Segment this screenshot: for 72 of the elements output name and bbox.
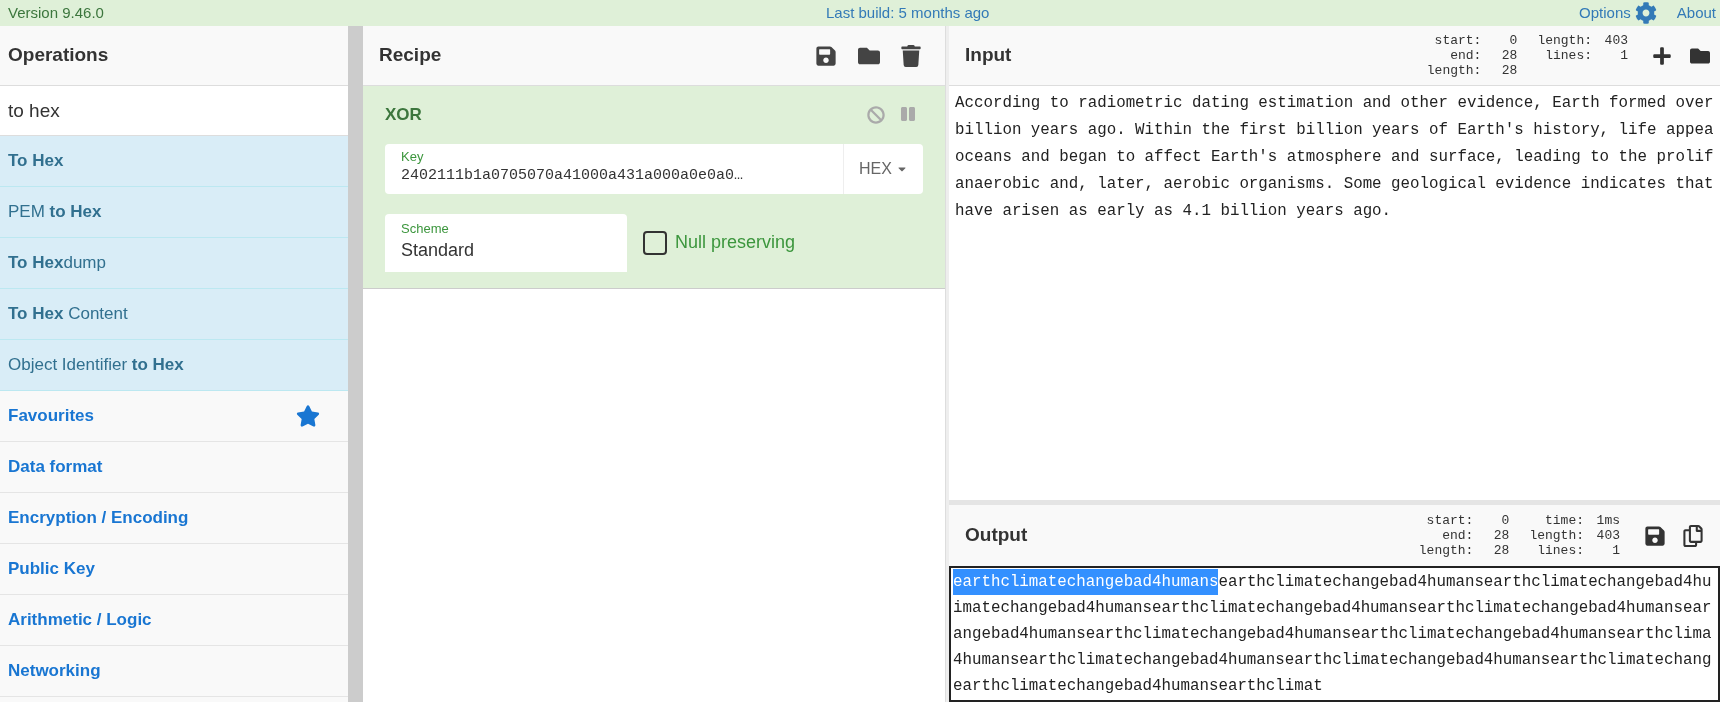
format-dropdown[interactable]: HEX — [843, 143, 923, 194]
stat-label: end: — [1442, 528, 1474, 543]
category-label: Favourites — [8, 405, 94, 428]
about-link[interactable]: About — [1676, 1, 1716, 25]
category-label: Networking — [8, 660, 101, 683]
input-line: According to radiometric dating estimation and other evidence, Earth formed over — [955, 93, 1714, 114]
options-link[interactable]: Options — [1579, 1, 1631, 25]
stat-label: end: — [1450, 48, 1482, 63]
output-line: earthclimatechangebad4humansearthclimat — [953, 676, 1323, 697]
stat-label: lines: — [1545, 48, 1592, 63]
category-label: Arithmetic / Logic — [8, 609, 152, 632]
settings-icon[interactable] — [1634, 2, 1657, 24]
scheme-label: Scheme — [401, 221, 450, 237]
save-icon[interactable] — [1644, 524, 1666, 547]
input-line: have arisen as early as 4.1 billion years ago. — [955, 201, 1392, 222]
stat-value: 0 — [1500, 513, 1510, 528]
recipe-title: Recipe — [379, 43, 442, 68]
category-item[interactable]: Favourites — [0, 391, 348, 442]
save-icon[interactable] — [815, 44, 837, 67]
stat-label: start: — [1434, 33, 1482, 48]
version-text: Version 9.46.0 — [8, 2, 105, 23]
operation-result[interactable]: To Hex — [0, 136, 348, 187]
key-field[interactable]: Key 2402111b1a0705070a41000a431a000a0e0a0… — [385, 143, 843, 194]
stat-label: length: — [1537, 33, 1592, 48]
key-value: 2402111b1a0705070a41000a431a000a0e0a0… — [401, 166, 745, 187]
output-text[interactable] — [949, 566, 1720, 702]
scheme-field[interactable]: Scheme Standard — [385, 213, 627, 272]
last-build-link[interactable]: Last build: 5 months ago — [826, 1, 990, 25]
operation-result[interactable]: PEM to Hex — [0, 187, 348, 238]
checkbox[interactable] — [643, 230, 667, 255]
stat-label: start: — [1426, 513, 1474, 528]
scheme-value: Standard — [401, 239, 476, 262]
category-label: Data format — [8, 456, 103, 479]
output-title: Output — [965, 523, 1028, 548]
star-icon[interactable] — [296, 404, 320, 428]
copy-icon[interactable] — [1682, 524, 1704, 547]
output-line: earthclimatechangebad4humansearthclimatechangebad4hu — [1218, 572, 1712, 593]
operation-result[interactable]: To Hex Content — [0, 289, 348, 340]
input-line: anaerobic and, later, aerobic organisms. Some geological evidence indicates that — [955, 174, 1714, 195]
stat-label: length: — [1426, 63, 1482, 78]
output-line: 4humansearthclimatechangebad4humansearthclimatechangebad4humansearthclimatechang — [953, 650, 1712, 671]
category-label: Encryption / Encoding — [8, 507, 189, 530]
operation-result[interactable]: To Hexdump — [0, 238, 348, 289]
stat-value: 1 — [1611, 543, 1620, 558]
output-line: angebad4humansearthclimatechangebad4humansearthclimatechangebad4humansearthclima — [953, 624, 1712, 645]
stat-value: 403 — [1595, 528, 1620, 543]
input-line: oceans and began to affect Earth's atmosphere and surface, leading to the prolif — [955, 147, 1714, 168]
output-line: imatechangebad4humansearthclimatechangebad4humansearthclimatechangebad4humansear — [953, 598, 1712, 619]
plus-icon[interactable] — [1652, 45, 1672, 66]
null-preserving-label: Null preserving — [675, 231, 796, 254]
stat-value: 0 — [1508, 33, 1518, 48]
input-line: billion years ago. Within the first billion years of Earth's history, life appea — [955, 120, 1714, 141]
stat-value: 1ms — [1595, 513, 1620, 528]
stat-label: lines: — [1537, 543, 1584, 558]
operation-result[interactable]: Object Identifier to Hex — [0, 340, 348, 391]
operation-name: XOR — [385, 104, 422, 126]
stat-value: 403 — [1603, 33, 1628, 48]
trash-icon[interactable] — [901, 44, 921, 67]
stat-label: length: — [1529, 528, 1584, 543]
stat-value: 28 — [1500, 48, 1518, 63]
stat-value: 1 — [1619, 48, 1628, 63]
input-title: Input — [965, 43, 1012, 68]
stat-value: 28 — [1500, 63, 1518, 78]
category-label: Public Key — [8, 558, 95, 581]
key-label: Key — [401, 149, 425, 166]
stat-label: time: — [1545, 513, 1584, 528]
selected-text: earthclimatechangebad4humans — [953, 569, 1219, 595]
search-field[interactable]: to hex — [0, 86, 348, 136]
stat-label: length: — [1418, 543, 1474, 558]
stat-value: 28 — [1492, 528, 1510, 543]
operations-title: Operations — [8, 43, 109, 68]
stat-value: 28 — [1492, 543, 1510, 558]
